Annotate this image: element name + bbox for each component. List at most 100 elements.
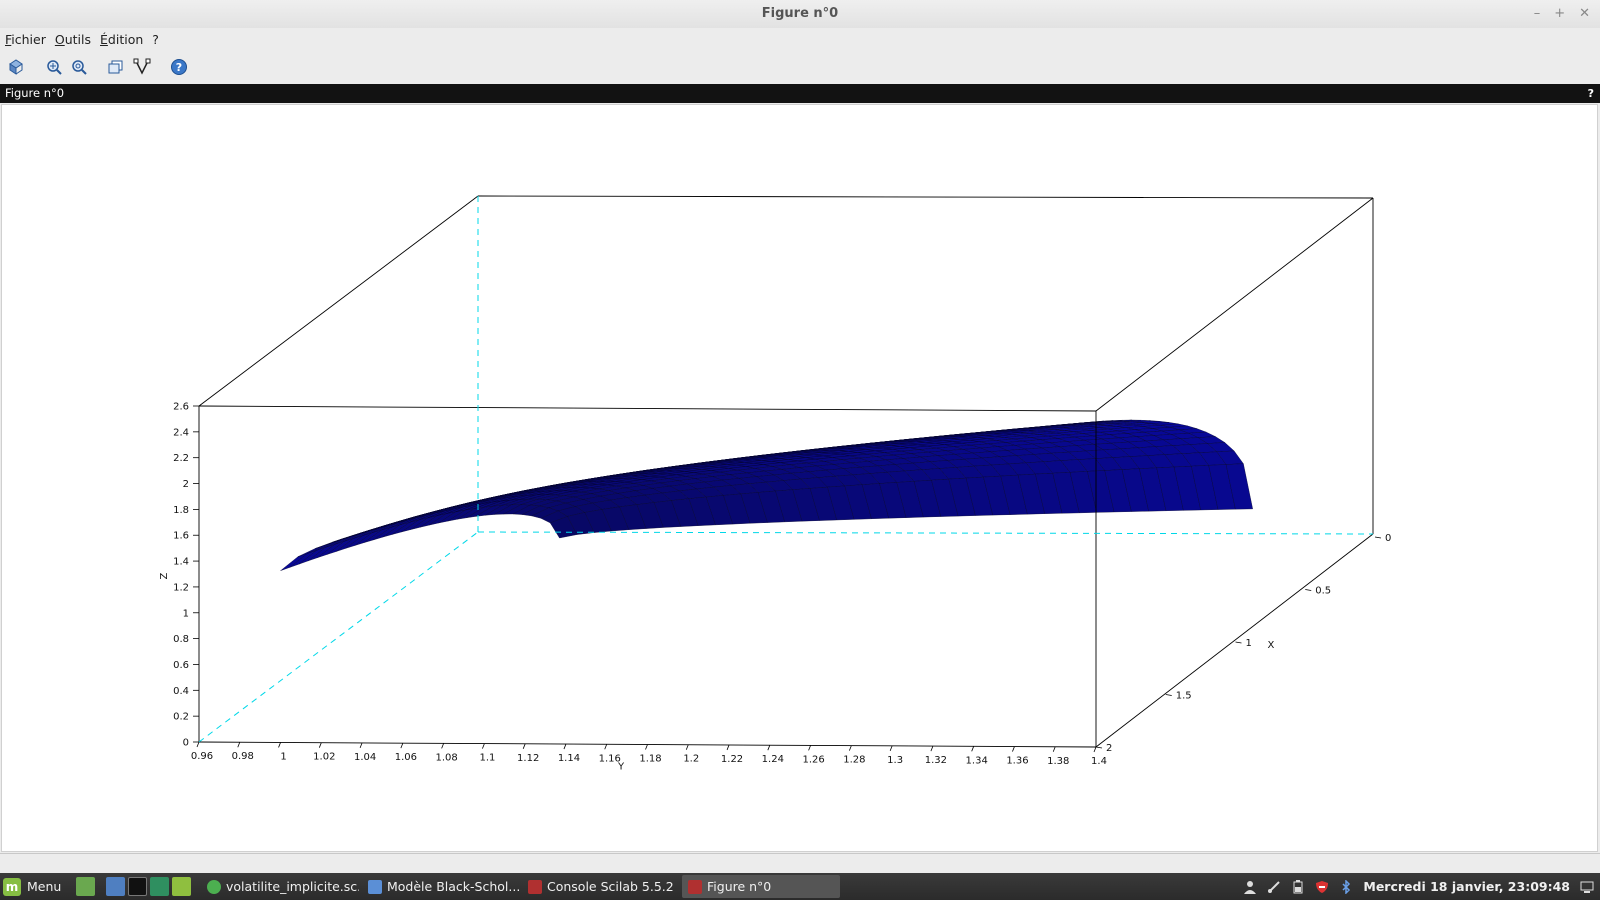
y-tick-mark bbox=[1093, 746, 1097, 753]
shield-icon[interactable] bbox=[1315, 880, 1329, 894]
y-tick-mark bbox=[318, 742, 322, 748]
menu-edition[interactable]: Édition bbox=[96, 32, 147, 47]
y-tick-mark bbox=[196, 741, 200, 748]
help-icon[interactable]: ? bbox=[168, 56, 190, 78]
z-tick-label: 2.6 bbox=[173, 402, 189, 413]
z-tick-label: 0 bbox=[183, 738, 189, 749]
minimize-button[interactable]: – bbox=[1534, 0, 1541, 28]
window-controls: – + ✕ bbox=[1534, 0, 1590, 28]
y-tick-mark bbox=[563, 743, 567, 750]
network-icon[interactable] bbox=[1267, 880, 1281, 894]
desktop-launcher-icon[interactable] bbox=[76, 877, 95, 896]
x-tick-label: 1 bbox=[1246, 638, 1252, 649]
y-tick-mark bbox=[971, 746, 975, 752]
y-tick-mark bbox=[1052, 746, 1056, 752]
y-tick-label: 1.08 bbox=[436, 752, 458, 763]
y-tick-label: 1.18 bbox=[639, 754, 661, 765]
task-label: volatilite_implicite.sc... bbox=[226, 879, 359, 894]
task-label: Modèle Black-Schol... bbox=[387, 879, 520, 894]
y-tick-label: 1.26 bbox=[802, 754, 824, 765]
z-tick-label: 2 bbox=[183, 479, 189, 490]
z-tick-label: 1.6 bbox=[173, 531, 189, 542]
figure-canvas[interactable]: 0 0.2 0.4 0.6 0.8 1 1.2 1.4 1.6 1.8 2 2.2 2.4 2.6 Z 0.9… bbox=[1, 104, 1598, 852]
task-label: Console Scilab 5.5.2 bbox=[547, 879, 674, 894]
show-desktop-icon[interactable] bbox=[1580, 880, 1594, 894]
y-tick-mark bbox=[522, 743, 526, 749]
axis-edge bbox=[198, 405, 1097, 412]
taskbar: m Menu volatilite_implicite.sc... Modèle… bbox=[0, 873, 1600, 900]
x-tick-mark bbox=[1235, 641, 1242, 644]
x-tick-mark bbox=[1374, 536, 1382, 539]
files-launcher-icon[interactable] bbox=[172, 877, 191, 896]
new-window-icon[interactable] bbox=[105, 56, 127, 78]
browser-launcher-icon[interactable] bbox=[106, 877, 125, 896]
y-tick-mark bbox=[930, 745, 934, 752]
start-menu-button[interactable]: m Menu bbox=[3, 876, 61, 897]
hidden-axis-edge bbox=[477, 531, 1374, 535]
z-tick-label: 1.4 bbox=[173, 557, 189, 568]
y-tick-label: 1.2 bbox=[683, 754, 699, 765]
x-tick-mark bbox=[1305, 589, 1312, 591]
start-menu-label: Menu bbox=[27, 879, 62, 894]
rotate-icon[interactable] bbox=[5, 56, 27, 78]
y-tick-label: 1.28 bbox=[843, 755, 865, 766]
z-tick-label: 1.2 bbox=[173, 582, 189, 593]
task-label: Figure n°0 bbox=[707, 879, 772, 894]
y-tick-mark bbox=[359, 742, 363, 749]
y-tick-label: 1.24 bbox=[762, 754, 784, 765]
window-titlebar: Figure n°0 – + ✕ bbox=[0, 0, 1600, 28]
zoom-icon[interactable] bbox=[43, 56, 65, 78]
task-console-scilab[interactable]: Console Scilab 5.5.2 bbox=[522, 875, 680, 898]
z-tick-label: 1 bbox=[183, 608, 189, 619]
y-tick-label: 1.14 bbox=[558, 753, 580, 764]
surface-plot[interactable]: 0 0.2 0.4 0.6 0.8 1 1.2 1.4 1.6 1.8 2 2.2 2.4 2.6 Z 0.9… bbox=[2, 105, 1597, 851]
task-black-scholes[interactable]: Modèle Black-Schol... bbox=[362, 875, 520, 898]
x-tick-label: 0 bbox=[1385, 533, 1391, 544]
status-bar bbox=[0, 853, 1600, 873]
y-tick-mark bbox=[848, 745, 852, 751]
axis-edge bbox=[198, 195, 479, 407]
bluetooth-icon[interactable] bbox=[1339, 879, 1353, 894]
zoom-reset-icon[interactable] bbox=[68, 56, 90, 78]
y-tick-mark bbox=[482, 743, 485, 749]
y-tick-label: 1.1 bbox=[479, 753, 495, 764]
y-tick-label: 0.98 bbox=[232, 751, 254, 762]
task-volatilite[interactable]: volatilite_implicite.sc... bbox=[201, 875, 359, 898]
y-tick-mark bbox=[767, 745, 771, 751]
menu-fichier[interactable]: Fichier bbox=[1, 32, 50, 47]
svg-text:?: ? bbox=[176, 61, 182, 74]
x-axis-label: X bbox=[1268, 640, 1275, 651]
axis-edge bbox=[1095, 197, 1374, 412]
scilab-launcher-icon[interactable] bbox=[150, 877, 169, 896]
y-tick-label: 1.3 bbox=[887, 755, 903, 766]
menu-help[interactable]: ? bbox=[148, 32, 163, 47]
y-tick-mark bbox=[441, 743, 445, 749]
close-button[interactable]: ✕ bbox=[1579, 0, 1590, 28]
y-tick-label: 1 bbox=[280, 751, 286, 762]
clock: Mercredi 18 janvier, 23:09:48 bbox=[1363, 879, 1570, 894]
editor-icon bbox=[207, 879, 221, 894]
z-tick-label: 2.2 bbox=[173, 453, 189, 464]
x-tick-mark bbox=[1165, 694, 1172, 696]
surface-mesh bbox=[280, 419, 1253, 571]
menu-outils[interactable]: Outils bbox=[51, 32, 95, 47]
y-tick-label: 1.32 bbox=[925, 755, 947, 766]
terminal-launcher-icon[interactable] bbox=[128, 877, 147, 896]
z-tick-label: 2.4 bbox=[173, 427, 189, 438]
x-tick-label: 2 bbox=[1106, 743, 1112, 754]
y-tick-mark bbox=[726, 744, 730, 751]
system-tray: Mercredi 18 janvier, 23:09:48 bbox=[1243, 873, 1594, 900]
x-tick-label: 1.5 bbox=[1176, 691, 1192, 702]
datatip-icon[interactable] bbox=[131, 56, 153, 78]
battery-icon[interactable] bbox=[1291, 879, 1305, 894]
task-figure[interactable]: Figure n°0 bbox=[682, 875, 840, 898]
y-tick-mark bbox=[604, 744, 608, 750]
maximize-button[interactable]: + bbox=[1554, 0, 1565, 28]
y-tick-mark bbox=[685, 744, 689, 750]
dock-help-button[interactable]: ? bbox=[1588, 84, 1594, 103]
y-tick-label: 1.4 bbox=[1091, 756, 1107, 767]
scilab-icon bbox=[688, 879, 702, 894]
y-tick-label: 1.34 bbox=[966, 755, 988, 766]
user-icon[interactable] bbox=[1243, 880, 1257, 894]
menubar: Fichier Outils Édition ? bbox=[0, 28, 1600, 50]
